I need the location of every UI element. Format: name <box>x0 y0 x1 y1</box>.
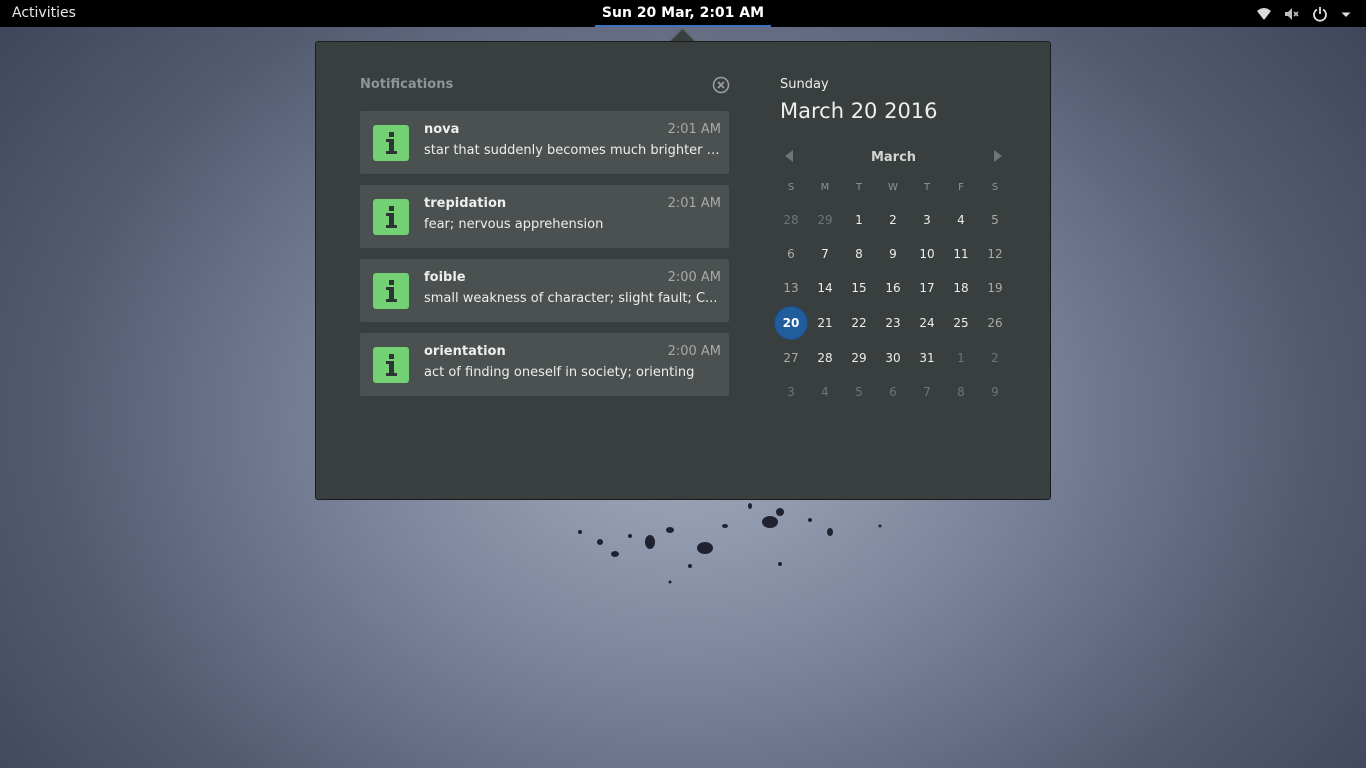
calendar-day[interactable]: 28 <box>808 341 842 375</box>
next-month-icon[interactable] <box>992 149 1004 163</box>
calendar-day[interactable]: 12 <box>978 237 1012 271</box>
notification-time: 2:00 AM <box>667 270 721 285</box>
calendar-day[interactable]: 26 <box>978 306 1012 340</box>
date-menu-panel: Notifications nova 2:01 AM star that sud… <box>315 41 1051 500</box>
calendar-day[interactable]: 1 <box>944 341 978 375</box>
notification-item[interactable]: foible 2:00 AM small weakness of charact… <box>360 259 729 322</box>
weekday-header: T <box>855 182 863 193</box>
calendar-day[interactable]: 9 <box>978 375 1012 409</box>
weekday-header: S <box>787 182 795 193</box>
wifi-icon[interactable] <box>1256 6 1272 22</box>
calendar-day[interactable]: 29 <box>808 203 842 237</box>
top-bar: Activities Sun 20 Mar, 2:01 AM <box>0 0 1366 27</box>
calendar-day[interactable]: 28 <box>774 203 808 237</box>
notification-body: small weakness of character; slight faul… <box>424 291 718 306</box>
calendar-day[interactable]: 5 <box>978 203 1012 237</box>
power-icon[interactable] <box>1312 6 1328 22</box>
weekday-header: F <box>958 182 964 193</box>
calendar-day[interactable]: 11 <box>944 237 978 271</box>
calendar-day[interactable]: 16 <box>876 271 910 305</box>
weekday-header: T <box>923 182 931 193</box>
notification-item[interactable]: orientation 2:00 AM act of finding onese… <box>360 333 729 396</box>
calendar-day[interactable]: 15 <box>842 271 876 305</box>
calendar-day[interactable]: 2 <box>978 341 1012 375</box>
calendar-day[interactable]: 27 <box>774 341 808 375</box>
calendar-day[interactable]: 14 <box>808 271 842 305</box>
notification-item[interactable]: trepidation 2:01 AM fear; nervous appreh… <box>360 185 729 248</box>
calendar-day[interactable]: 9 <box>876 237 910 271</box>
dropdown-arrow-icon[interactable] <box>1340 6 1352 22</box>
calendar-day[interactable]: 2 <box>876 203 910 237</box>
wallpaper-splatter <box>578 503 882 584</box>
calendar-day[interactable]: 8 <box>842 237 876 271</box>
activities-button[interactable]: Activities <box>12 5 76 21</box>
notification-title: orientation <box>424 344 506 359</box>
calendar-day[interactable]: 5 <box>842 375 876 409</box>
calendar-month-label: March <box>870 150 917 165</box>
calendar-day[interactable]: 3 <box>774 375 808 409</box>
calendar-day[interactable]: 25 <box>944 306 978 340</box>
previous-month-icon[interactable] <box>783 149 795 163</box>
calendar-day[interactable]: 4 <box>808 375 842 409</box>
calendar-day[interactable]: 30 <box>876 341 910 375</box>
notification-time: 2:00 AM <box>667 344 721 359</box>
calendar-day[interactable]: 10 <box>910 237 944 271</box>
system-tray[interactable] <box>1256 0 1352 27</box>
notification-time: 2:01 AM <box>667 196 721 211</box>
calendar-day[interactable]: 23 <box>876 306 910 340</box>
calendar-day[interactable]: 3 <box>910 203 944 237</box>
calendar-day[interactable]: 4 <box>944 203 978 237</box>
notification-title: nova <box>424 122 460 137</box>
notification-time: 2:01 AM <box>667 122 721 137</box>
notification-body: fear; nervous apprehension <box>424 217 604 232</box>
calendar-day[interactable]: 17 <box>910 271 944 305</box>
calendar-day[interactable]: 8 <box>944 375 978 409</box>
calendar-day[interactable]: 24 <box>910 306 944 340</box>
info-icon <box>373 347 409 383</box>
clear-notifications-icon[interactable] <box>712 76 730 94</box>
calendar-day[interactable]: 18 <box>944 271 978 305</box>
calendar-day[interactable]: 6 <box>774 237 808 271</box>
weekday-header: S <box>991 182 999 193</box>
info-icon <box>373 199 409 235</box>
calendar-day[interactable]: 7 <box>808 237 842 271</box>
calendar-day[interactable]: 1 <box>842 203 876 237</box>
clock-button[interactable]: Sun 20 Mar, 2:01 AM <box>595 0 771 27</box>
info-icon <box>373 273 409 309</box>
weekday-header: M <box>820 182 830 193</box>
notification-title: foible <box>424 270 466 285</box>
calendar-day-today[interactable]: 20 <box>775 307 807 339</box>
notifications-header: Notifications <box>360 77 454 92</box>
notification-body: act of finding oneself in society; orien… <box>424 365 695 380</box>
calendar-day[interactable]: 7 <box>910 375 944 409</box>
calendar-day[interactable]: 13 <box>774 271 808 305</box>
calendar-day[interactable]: 29 <box>842 341 876 375</box>
weekday-header: W <box>888 182 898 193</box>
calendar-day[interactable]: 21 <box>808 306 842 340</box>
notification-title: trepidation <box>424 196 507 211</box>
info-icon <box>373 125 409 161</box>
notification-body: star that suddenly becomes much brighter… <box>424 143 724 158</box>
full-date[interactable]: March 20 2016 <box>780 99 938 123</box>
calendar-day[interactable]: 19 <box>978 271 1012 305</box>
calendar-day[interactable]: 22 <box>842 306 876 340</box>
day-name: Sunday <box>780 77 829 92</box>
notification-item[interactable]: nova 2:01 AM star that suddenly becomes … <box>360 111 729 174</box>
calendar-day[interactable]: 6 <box>876 375 910 409</box>
volume-muted-icon[interactable] <box>1284 6 1300 22</box>
calendar-day[interactable]: 31 <box>910 341 944 375</box>
